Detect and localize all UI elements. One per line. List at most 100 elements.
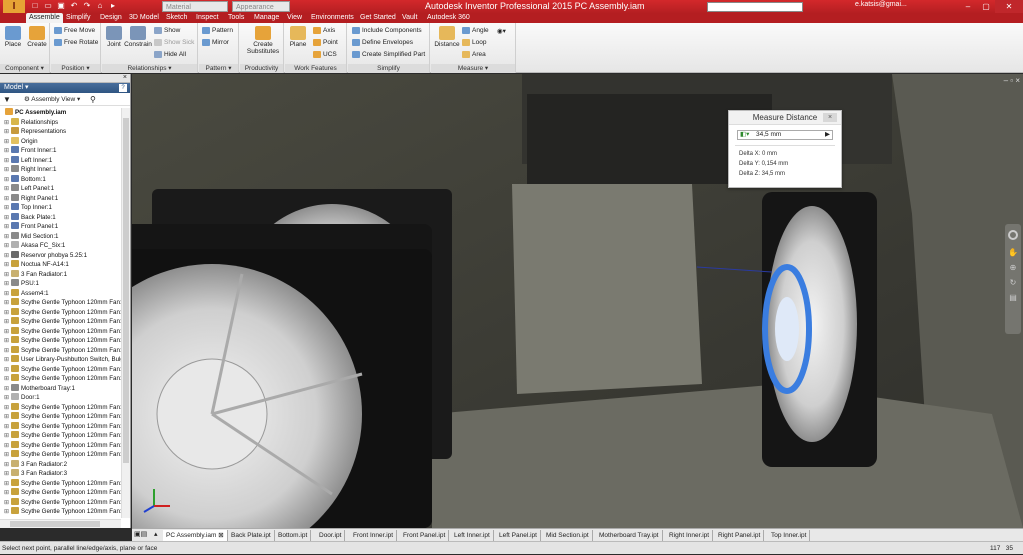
graphics-viewport[interactable]: – ▫ × ✋ ⊕ ↻ ▤ <box>132 74 1023 528</box>
expand-icon[interactable]: ⊞ <box>4 498 10 508</box>
tree-item[interactable]: ⊞ Scythe Gentle Typhoon 120mm Fan:1 <box>0 488 121 498</box>
tree-item[interactable]: ⊞ Right Inner:1 <box>0 165 121 175</box>
expand-icon[interactable]: ⊞ <box>4 327 10 337</box>
free-rotate-button[interactable]: Free Rotate <box>54 39 98 46</box>
doc-tab-back-plate[interactable]: Back Plate.ipt <box>228 530 275 541</box>
navigation-bar[interactable]: ✋ ⊕ ↻ ▤ <box>1005 224 1021 334</box>
tab-manage[interactable]: Manage <box>251 13 282 23</box>
free-move-button[interactable]: Free Move <box>54 27 95 34</box>
browser-horizontal-scrollbar[interactable] <box>0 519 121 528</box>
tree-root[interactable]: PC Assembly.iam <box>0 108 121 118</box>
tree-item[interactable]: ⊞ Left Panel:1 <box>0 184 121 194</box>
look-at-icon[interactable]: ▤ <box>1005 293 1021 302</box>
group-label-position[interactable]: Position ▾ <box>51 64 100 73</box>
expand-icon[interactable]: ⊞ <box>4 384 10 394</box>
tab-environments[interactable]: Environments <box>308 13 357 23</box>
new-icon[interactable]: □ <box>30 1 40 11</box>
tree-item[interactable]: ⊞ Relationships <box>0 117 121 128</box>
tree-item[interactable]: ⊞ 3 Fan Radiator:1 <box>0 269 121 280</box>
expand-icon[interactable]: ⊞ <box>4 165 10 175</box>
user-account[interactable]: e.katsis@gmai... <box>855 1 907 8</box>
doc-tab-bottom[interactable]: Bottom.ipt <box>275 530 312 541</box>
expand-icon[interactable]: ⊞ <box>4 488 10 498</box>
redo-icon[interactable]: ↷ <box>82 1 92 11</box>
doc-tab-pc-assembly[interactable]: PC Assembly.iam ⊠ <box>163 530 228 541</box>
open-icon[interactable]: ▭ <box>43 1 53 11</box>
tab-list-icon[interactable]: ▴ <box>154 530 158 538</box>
tree-item[interactable]: ⊞ Scythe Gentle Typhoon 120mm Fan:1 <box>0 440 121 451</box>
tree-item[interactable]: ⊞ Scythe Gentle Typhoon 120mm Fan:1 <box>0 431 121 441</box>
expand-icon[interactable]: ⊞ <box>4 194 10 204</box>
expand-icon[interactable]: ⊞ <box>4 127 10 137</box>
viewport-window-controls[interactable]: – ▫ × <box>1004 76 1020 85</box>
close-icon[interactable]: ✕ <box>995 0 1023 13</box>
tree-item[interactable]: ⊞ Scythe Gentle Typhoon 120mm Fan:4 <box>0 326 121 337</box>
loop-button[interactable]: Loop <box>462 39 486 46</box>
distance-button[interactable]: Distance <box>433 26 461 48</box>
measure-value-field[interactable]: ◧▾ 34,5 mm ▶ <box>737 130 833 140</box>
expand-icon[interactable]: ⊞ <box>4 460 10 470</box>
tree-item[interactable]: ⊞ Scythe Gentle Typhoon 120mm Fan:1 <box>0 478 121 489</box>
expand-icon[interactable]: ⊞ <box>4 146 10 156</box>
help-search-input[interactable] <box>707 2 803 12</box>
group-label-pattern[interactable]: Pattern ▾ <box>199 64 238 73</box>
assembly-view-select[interactable]: ⚙ Assembly View ▾ <box>24 93 80 106</box>
tree-item[interactable]: ⊞ Scythe Gentle Typhoon 120mm Fan:1 <box>0 421 121 432</box>
hide-all-button[interactable]: Hide All <box>154 51 186 58</box>
zoom-icon[interactable]: ⊕ <box>1005 263 1021 272</box>
expand-icon[interactable]: ⊞ <box>4 412 10 422</box>
angle-button[interactable]: Angle <box>462 27 489 34</box>
expand-icon[interactable]: ⊞ <box>4 317 10 327</box>
tree-item[interactable]: ⊞ Scythe Gentle Typhoon 120mm Fan:2 <box>0 307 121 318</box>
expand-icon[interactable]: ⊞ <box>4 308 10 318</box>
minimize-icon[interactable]: – <box>959 0 977 13</box>
expand-icon[interactable]: ⊞ <box>4 479 10 489</box>
material-combo[interactable]: Material <box>162 1 228 12</box>
scrollbar-thumb[interactable] <box>10 521 100 527</box>
ucs-button[interactable]: UCS <box>313 51 337 58</box>
expand-icon[interactable]: ⊞ <box>4 422 10 432</box>
tree-item[interactable]: ⊞ Akasa FC_Six:1 <box>0 241 121 251</box>
expand-icon[interactable]: ⊞ <box>4 137 10 147</box>
expand-icon[interactable]: ⊞ <box>4 336 10 346</box>
define-envelopes-button[interactable]: Define Envelopes <box>352 39 413 46</box>
point-button[interactable]: Point <box>313 39 338 46</box>
expand-icon[interactable]: ⊞ <box>4 441 10 451</box>
doc-tab-left-inner[interactable]: Left Inner.ipt <box>451 530 494 541</box>
expand-icon[interactable]: ⊞ <box>4 403 10 413</box>
tile-view-icon[interactable]: ▣▤ <box>134 530 147 538</box>
pattern-button[interactable]: Pattern <box>202 27 233 34</box>
tree-item[interactable]: ⊞ Left Inner:1 <box>0 155 121 166</box>
help-icon[interactable]: ? <box>119 84 127 92</box>
plane-button[interactable]: Plane <box>287 26 309 48</box>
constrain-button[interactable]: Constrain <box>124 26 152 48</box>
doc-tab-right-panel[interactable]: Right Panel.ipt <box>715 530 765 541</box>
tree-item[interactable]: ⊞ Mid Section:1 <box>0 231 121 242</box>
expand-icon[interactable]: ⊞ <box>4 203 10 213</box>
expand-icon[interactable]: ⊞ <box>4 213 10 223</box>
axis-button[interactable]: Axis <box>313 27 335 34</box>
tree-item[interactable]: ⊞ Scythe Gentle Typhoon 120mm Fan:3 <box>0 317 121 327</box>
panel-close-icon[interactable]: × <box>123 74 127 81</box>
close-icon[interactable]: × <box>823 113 837 122</box>
tree-item[interactable]: ⊞ Right Panel:1 <box>0 193 121 204</box>
expand-icon[interactable]: ⊞ <box>4 184 10 194</box>
tree-item[interactable]: ⊞ Scythe Gentle Typhoon 120mm Fan:9 <box>0 402 121 413</box>
tree-item[interactable]: ⊞ Noctua NF-A14:1 <box>0 260 121 270</box>
tab-design[interactable]: Design <box>97 13 125 23</box>
place-button[interactable]: Place <box>3 26 23 48</box>
tab-3d-model[interactable]: 3D Model <box>126 13 162 23</box>
save-icon[interactable]: ▣ <box>56 1 66 11</box>
appearance-combo[interactable]: Appearance <box>232 1 290 12</box>
doc-tab-front-panel[interactable]: Front Panel.ipt <box>400 530 450 541</box>
tree-item[interactable]: ⊞ Assem4:1 <box>0 288 121 299</box>
doc-tab-motherboard-tray[interactable]: Motherboard Tray.ipt <box>596 530 663 541</box>
tab-get-started[interactable]: Get Started <box>357 13 399 23</box>
mirror-button[interactable]: Mirror <box>202 39 229 46</box>
doc-tab-mid-section[interactable]: Mid Section.ipt <box>543 530 593 541</box>
tree-item[interactable]: ⊞ Motherboard Tray:1 <box>0 383 121 394</box>
find-icon[interactable]: ⚲ <box>90 93 96 106</box>
tree-item[interactable]: ⊞ Scythe Gentle Typhoon 120mm Fan:1 <box>0 450 121 460</box>
expand-icon[interactable]: ⊞ <box>4 346 10 356</box>
tab-simplify[interactable]: Simplify <box>63 13 94 23</box>
